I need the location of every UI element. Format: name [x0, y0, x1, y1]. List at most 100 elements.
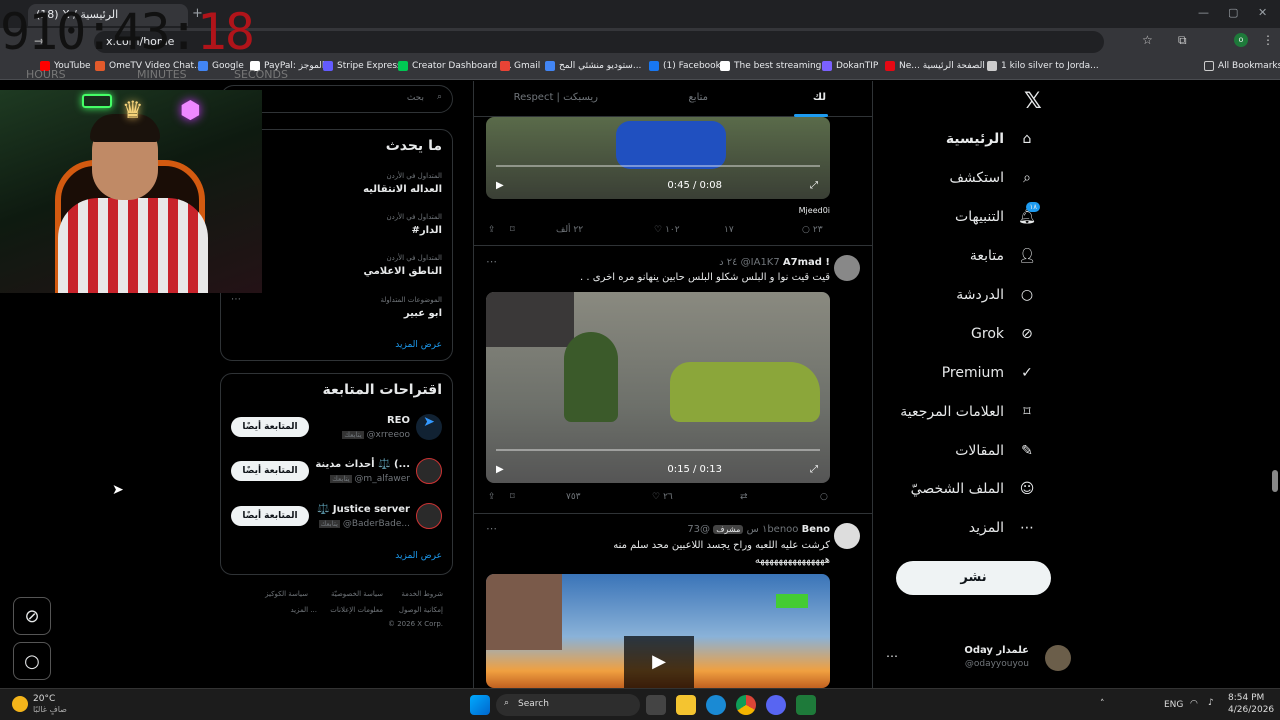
play-icon[interactable]: ▶ — [496, 180, 504, 191]
timer-label-minutes: MINUTES — [137, 68, 187, 81]
video-controls: ▶ 0:45 / 0:08 ⤢ — [486, 171, 830, 199]
nav-chat[interactable]: الدردشة ○ — [956, 278, 1038, 312]
footer-privacy[interactable]: سياسة الخصوصيّة — [331, 590, 383, 598]
views-count[interactable]: ٧٥٣ — [566, 492, 581, 502]
bookmark-star-icon[interactable]: ☆ — [1142, 33, 1153, 47]
fullscreen-icon[interactable]: ⤢ — [810, 180, 818, 191]
suggest-avatar[interactable] — [416, 458, 442, 484]
like-button[interactable]: ♡ ١٠٢ — [654, 225, 680, 235]
close-window-icon[interactable]: ✕ — [1258, 6, 1267, 19]
extensions-icon[interactable]: ⧉ — [1178, 33, 1187, 48]
taskbar-search[interactable]: ⌕ Search — [496, 694, 640, 716]
tweet-avatar[interactable] — [834, 523, 860, 549]
reply-icon[interactable]: ○ — [820, 492, 828, 502]
windows-start-icon[interactable] — [470, 695, 490, 715]
footer-more[interactable]: المزيد ... — [290, 606, 317, 614]
footer-accessibility[interactable]: إمكانية الوصول — [399, 606, 443, 614]
edge-icon[interactable] — [706, 695, 726, 715]
weather-icon[interactable] — [12, 696, 28, 712]
tweet-video[interactable]: ▶ — [486, 574, 830, 688]
post-button[interactable]: نشر — [896, 561, 1051, 595]
nav-grok[interactable]: Grok ⊘ — [971, 317, 1038, 351]
discord-icon[interactable] — [766, 695, 786, 715]
bookmark-netflix[interactable]: Ne... الصفحة الرئيسية — [885, 61, 985, 71]
bookmark-stripe[interactable]: Stripe Express — [323, 61, 402, 71]
tweet-more-icon[interactable]: ⋯ — [486, 255, 497, 268]
all-bookmarks[interactable]: All Bookmarks — [1204, 61, 1280, 71]
footer-ads[interactable]: معلومات الإعلانات — [330, 606, 383, 614]
wifi-icon[interactable]: ◠ — [1190, 699, 1198, 709]
reply-button[interactable]: ○ ٢٣ — [802, 225, 823, 235]
nav-follow[interactable]: متابعة 👤︎ — [970, 239, 1038, 273]
account-switcher[interactable]: ⋯ Oday علمدار @odayyouyou — [886, 643, 1071, 673]
tab-following[interactable]: متابع — [688, 92, 708, 103]
footer-terms[interactable]: شروط الخدمة — [401, 590, 443, 598]
trend-item[interactable]: الناطق الاعلامي — [363, 266, 442, 277]
trends-show-more[interactable]: عرض المزيد — [395, 340, 442, 350]
tweet-video[interactable]: ▶ 0:15 / 0:13 ⤢ — [486, 292, 830, 483]
task-view-icon[interactable] — [646, 695, 666, 715]
bookmark-gmail[interactable]: Gmail — [500, 61, 540, 71]
file-explorer-icon[interactable] — [676, 695, 696, 715]
nav-home[interactable]: الرئيسية ⌂ — [946, 122, 1038, 156]
clock-time[interactable]: 8:54 PM — [1228, 693, 1264, 703]
fullscreen-icon[interactable]: ⤢ — [810, 464, 818, 475]
follow-button[interactable]: المتابعة أيضًا — [231, 506, 309, 526]
bookmark-creator[interactable]: Creator Dashboard |... — [398, 61, 512, 71]
repost-icon[interactable]: ⇄ — [740, 492, 748, 502]
tab-respect[interactable]: Respect | ريسبكت — [514, 92, 598, 103]
share-icon[interactable]: ⇪ — [488, 492, 496, 502]
bookmark-dokantip[interactable]: DokanTIP — [822, 61, 878, 71]
volume-icon[interactable]: ♪ — [1208, 698, 1214, 708]
chrome-icon[interactable] — [736, 695, 756, 715]
share-icon[interactable]: ⇪ — [488, 225, 496, 235]
repost-button[interactable]: ١٧ — [724, 225, 734, 235]
app-icon[interactable] — [796, 695, 816, 715]
bookmark-facebook[interactable]: (1) Facebook — [649, 61, 721, 71]
nav-profile[interactable]: الملف الشخصيّ ☺ — [911, 472, 1038, 506]
nav-explore[interactable]: استكشف ⌕ — [949, 161, 1038, 195]
chat-float-button[interactable]: ○ — [13, 642, 51, 680]
suggest-avatar[interactable] — [416, 503, 442, 529]
tweet-avatar[interactable] — [834, 255, 860, 281]
trend-item[interactable]: ابو عبير — [404, 308, 442, 319]
bookmark-studio[interactable]: ستوديو منشئي المح... — [545, 61, 641, 71]
profile-avatar[interactable]: o — [1234, 33, 1248, 47]
bookmark-icon[interactable]: ⌑ — [510, 492, 515, 502]
tray-chevron-icon[interactable]: ˄ — [1100, 699, 1105, 709]
follow-show-more[interactable]: عرض المزيد — [395, 551, 442, 561]
nav-more[interactable]: المزيد ⋯ — [969, 511, 1038, 545]
trend-more-icon[interactable]: ⋯ — [231, 294, 241, 305]
play-button[interactable]: ▶ — [624, 636, 694, 688]
follow-button[interactable]: المتابعة أيضًا — [231, 461, 309, 481]
bookmark-silver[interactable]: 1 kilo silver to Jorda... — [987, 61, 1099, 71]
maximize-icon[interactable]: ▢ — [1228, 6, 1238, 19]
like-button[interactable]: ♡ ٢٦ — [652, 492, 673, 502]
nav-premium[interactable]: Premium ✓ — [942, 356, 1038, 390]
trend-item[interactable]: العداله الانتقاليه — [363, 184, 442, 195]
tab-for-you[interactable]: لك — [813, 92, 826, 103]
minimize-icon[interactable]: — — [1198, 6, 1209, 19]
play-icon[interactable]: ▶ — [496, 464, 504, 475]
tweet-video[interactable]: ▶ 0:45 / 0:08 ⤢ — [486, 117, 830, 199]
home-icon: ⌂ — [1022, 131, 1032, 147]
follow-button[interactable]: المتابعة أيضًا — [231, 417, 309, 437]
video-progress[interactable] — [496, 449, 820, 451]
reo-avatar[interactable]: ➤ — [416, 414, 442, 440]
video-progress[interactable] — [496, 165, 820, 167]
nav-bookmarks[interactable]: العلامات المرجعية ⌑ — [900, 395, 1038, 429]
views-count[interactable]: ٢٢ ألف — [556, 225, 583, 235]
menu-kebab-icon[interactable]: ⋮ — [1262, 33, 1274, 47]
grok-float-button[interactable]: ⊘ — [13, 597, 51, 635]
bookmark-icon[interactable]: ⌑ — [510, 225, 515, 235]
language-indicator[interactable]: ENG — [1164, 700, 1183, 710]
bookmark-streaming[interactable]: The best streaming... — [720, 61, 830, 71]
trend-item[interactable]: #الدار — [411, 225, 442, 236]
clock-date[interactable]: 4/26/2026 — [1228, 705, 1274, 715]
tweet-more-icon[interactable]: ⋯ — [486, 522, 497, 535]
footer-cookies[interactable]: سياسة الكوكيز — [265, 590, 308, 598]
nav-articles[interactable]: المقالات ✎ — [955, 434, 1038, 468]
page-scrollbar[interactable] — [1272, 470, 1278, 492]
nav-notifications[interactable]: التنبيهات 🔔︎ ١٨ — [955, 200, 1040, 234]
x-logo-icon[interactable]: 𝕏 — [1024, 89, 1042, 114]
